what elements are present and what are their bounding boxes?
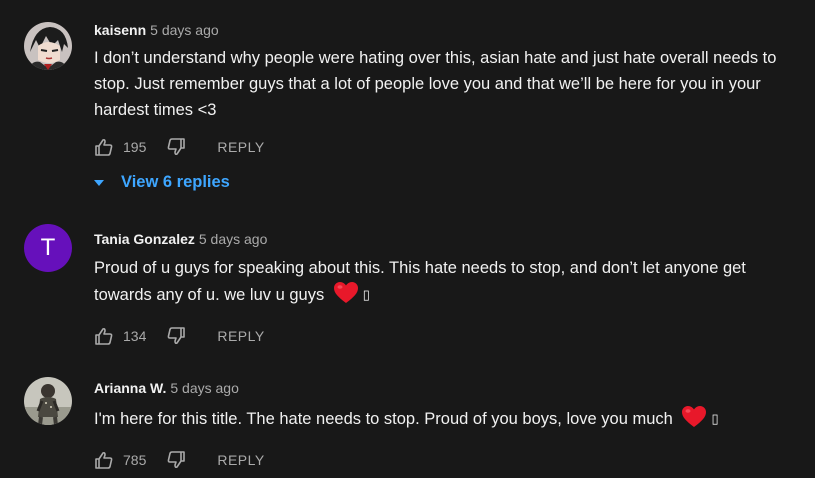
like-count: 785 bbox=[123, 452, 147, 468]
like-count: 134 bbox=[123, 328, 147, 344]
like-button[interactable] bbox=[94, 137, 114, 157]
comment-timestamp[interactable]: 5 days ago bbox=[170, 380, 239, 396]
comment-text-container: Proud of u guys for speaking about this.… bbox=[94, 255, 806, 313]
comment-actions: 134 REPLY bbox=[94, 324, 265, 348]
like-button[interactable] bbox=[94, 450, 114, 470]
comment-actions: 785 REPLY bbox=[94, 448, 265, 472]
thumbs-down-icon bbox=[167, 451, 186, 469]
comment-timestamp[interactable]: 5 days ago bbox=[199, 231, 268, 247]
unrendered-glyph: ▯ bbox=[711, 411, 719, 426]
avatar[interactable] bbox=[24, 22, 72, 70]
thumbs-down-icon bbox=[167, 138, 186, 156]
comment-actions: 195 REPLY bbox=[94, 135, 265, 159]
avatar[interactable]: T bbox=[24, 224, 72, 272]
reply-button[interactable]: REPLY bbox=[217, 452, 264, 468]
view-replies-label: View 6 replies bbox=[121, 173, 230, 191]
comment-text: I'm here for this title. The hate needs … bbox=[94, 410, 673, 428]
thumbs-up-icon bbox=[95, 451, 113, 469]
reply-button[interactable]: REPLY bbox=[217, 139, 264, 155]
red-heart-icon bbox=[681, 405, 707, 437]
comment-text-container: I'm here for this title. The hate needs … bbox=[94, 405, 806, 437]
comment-text: I don’t understand why people were hatin… bbox=[94, 49, 777, 119]
comment-author[interactable]: Tania Gonzalez bbox=[94, 231, 195, 247]
dislike-button[interactable] bbox=[166, 450, 186, 470]
comment-author[interactable]: kaisenn bbox=[94, 22, 146, 38]
red-heart-icon bbox=[333, 281, 359, 313]
photo-avatar-icon bbox=[24, 377, 72, 425]
like-button[interactable] bbox=[94, 326, 114, 346]
unrendered-glyph: ▯ bbox=[362, 287, 370, 302]
thumbs-up-icon bbox=[95, 327, 113, 345]
view-replies-button[interactable]: View 6 replies bbox=[94, 173, 230, 192]
thumbs-up-icon bbox=[95, 138, 113, 156]
like-count: 195 bbox=[123, 139, 147, 155]
dislike-button[interactable] bbox=[166, 326, 186, 346]
reply-button[interactable]: REPLY bbox=[217, 328, 264, 344]
anime-character-avatar-icon bbox=[24, 22, 72, 70]
avatar[interactable] bbox=[24, 377, 72, 425]
comment-author[interactable]: Arianna W. bbox=[94, 380, 166, 396]
comment-text: Proud of u guys for speaking about this.… bbox=[94, 259, 746, 304]
comment-timestamp[interactable]: 5 days ago bbox=[150, 22, 219, 38]
thumbs-down-icon bbox=[167, 327, 186, 345]
dislike-button[interactable] bbox=[166, 137, 186, 157]
avatar-letter: T bbox=[40, 234, 56, 261]
caret-down-icon bbox=[94, 179, 104, 186]
